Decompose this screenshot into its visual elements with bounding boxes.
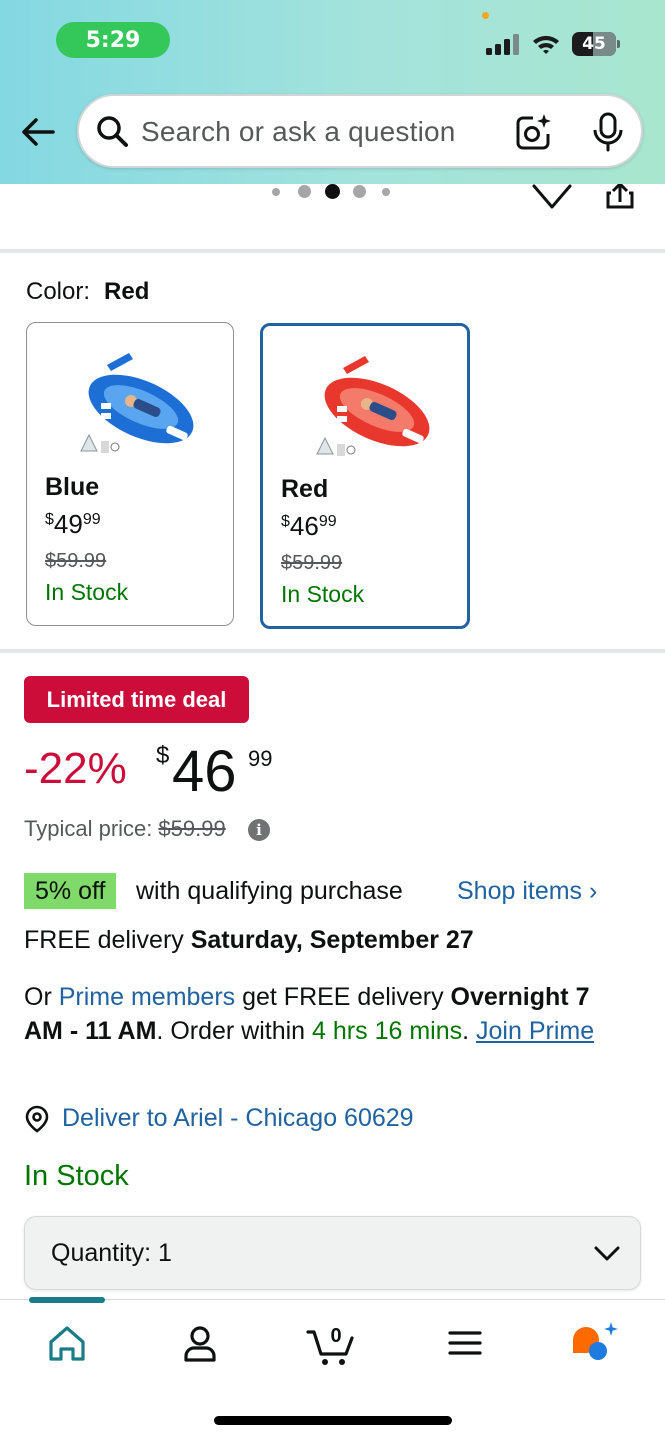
option-was-price: $59.99 bbox=[45, 550, 107, 572]
chevron-down-icon bbox=[594, 1246, 620, 1261]
camera-lens-icon[interactable] bbox=[513, 112, 553, 152]
product-thumbnail-blue bbox=[80, 353, 194, 453]
home-icon[interactable] bbox=[39, 1318, 95, 1368]
option-stock: In Stock bbox=[281, 581, 365, 607]
color-option-red[interactable]: Red $4699 $59.99 In Stock bbox=[260, 323, 470, 629]
wifi-icon bbox=[533, 35, 559, 54]
availability-status: In Stock bbox=[24, 1160, 129, 1192]
option-name: Red bbox=[281, 475, 329, 503]
carousel-dot[interactable] bbox=[353, 185, 366, 198]
coupon-row: 5% off with qualifying purchase Shop ite… bbox=[24, 873, 644, 909]
option-was-price: $59.99 bbox=[281, 552, 343, 574]
home-indicator bbox=[214, 1416, 452, 1425]
shop-items-link[interactable]: Shop items › bbox=[457, 877, 597, 906]
account-icon[interactable] bbox=[172, 1318, 228, 1368]
coupon-text: with qualifying purchase bbox=[136, 877, 403, 905]
search-input[interactable]: Search or ask a question bbox=[141, 116, 456, 148]
microphone-icon[interactable] bbox=[591, 112, 625, 152]
order-countdown: 4 hrs 16 mins bbox=[312, 1017, 463, 1045]
join-prime-link[interactable]: Join Prime bbox=[476, 1017, 594, 1045]
color-label: Color: Red bbox=[26, 278, 150, 305]
share-icon[interactable] bbox=[602, 184, 638, 210]
battery-level: 45 bbox=[582, 34, 606, 54]
prime-delivery-info: Or Prime members get FREE delivery Overn… bbox=[24, 983, 595, 1045]
section-divider bbox=[0, 249, 665, 253]
selected-color: Red bbox=[104, 278, 150, 305]
status-time: 5:29 bbox=[56, 22, 170, 58]
location-pin-icon bbox=[25, 1105, 49, 1133]
carousel-dots[interactable] bbox=[272, 184, 394, 199]
coupon-badge: 5% off bbox=[24, 873, 117, 909]
option-price: $4699 bbox=[281, 511, 337, 541]
search-icon bbox=[97, 116, 128, 147]
search-bar[interactable]: Search or ask a question bbox=[77, 94, 643, 168]
prime-members-link[interactable]: Prime members bbox=[59, 983, 235, 1011]
cart-count: 0 bbox=[330, 1325, 341, 1347]
quantity-dropdown[interactable]: Quantity: 1 bbox=[24, 1216, 641, 1290]
app-header: 5:29 45 Search or ask a question bbox=[0, 0, 665, 184]
option-name: Blue bbox=[45, 473, 100, 501]
deliver-to-text[interactable]: Deliver to Ariel - Chicago 60629 bbox=[62, 1104, 414, 1133]
cart-icon[interactable]: 0 bbox=[304, 1318, 360, 1368]
cellular-signal-icon bbox=[486, 34, 519, 55]
rufus-icon[interactable] bbox=[567, 1318, 623, 1368]
carousel-dot[interactable] bbox=[382, 188, 390, 196]
option-price: $4999 bbox=[45, 509, 101, 539]
carousel-dot[interactable] bbox=[272, 188, 280, 196]
section-divider bbox=[0, 649, 665, 653]
quantity-label: Quantity: 1 bbox=[51, 1239, 172, 1267]
info-icon[interactable]: i bbox=[248, 819, 270, 841]
active-tab-indicator bbox=[29, 1297, 105, 1303]
back-arrow-icon[interactable] bbox=[20, 114, 56, 150]
carousel-dot[interactable] bbox=[298, 185, 311, 198]
carousel-dot-active[interactable] bbox=[325, 184, 340, 199]
heart-icon[interactable] bbox=[531, 184, 573, 210]
menu-icon[interactable] bbox=[437, 1318, 493, 1368]
color-option-blue[interactable]: Blue $4999 $59.99 In Stock bbox=[26, 322, 234, 626]
discount-percent: -22% bbox=[24, 744, 127, 793]
typical-price: Typical price: $59.99 bbox=[24, 816, 226, 841]
option-stock: In Stock bbox=[45, 579, 129, 605]
battery-icon: 45 bbox=[572, 32, 620, 56]
limited-deal-badge: Limited time deal bbox=[24, 676, 249, 723]
free-delivery: FREE delivery Saturday, September 27 bbox=[24, 926, 474, 954]
camera-indicator-dot bbox=[482, 12, 489, 19]
product-thumbnail-red bbox=[316, 356, 430, 456]
